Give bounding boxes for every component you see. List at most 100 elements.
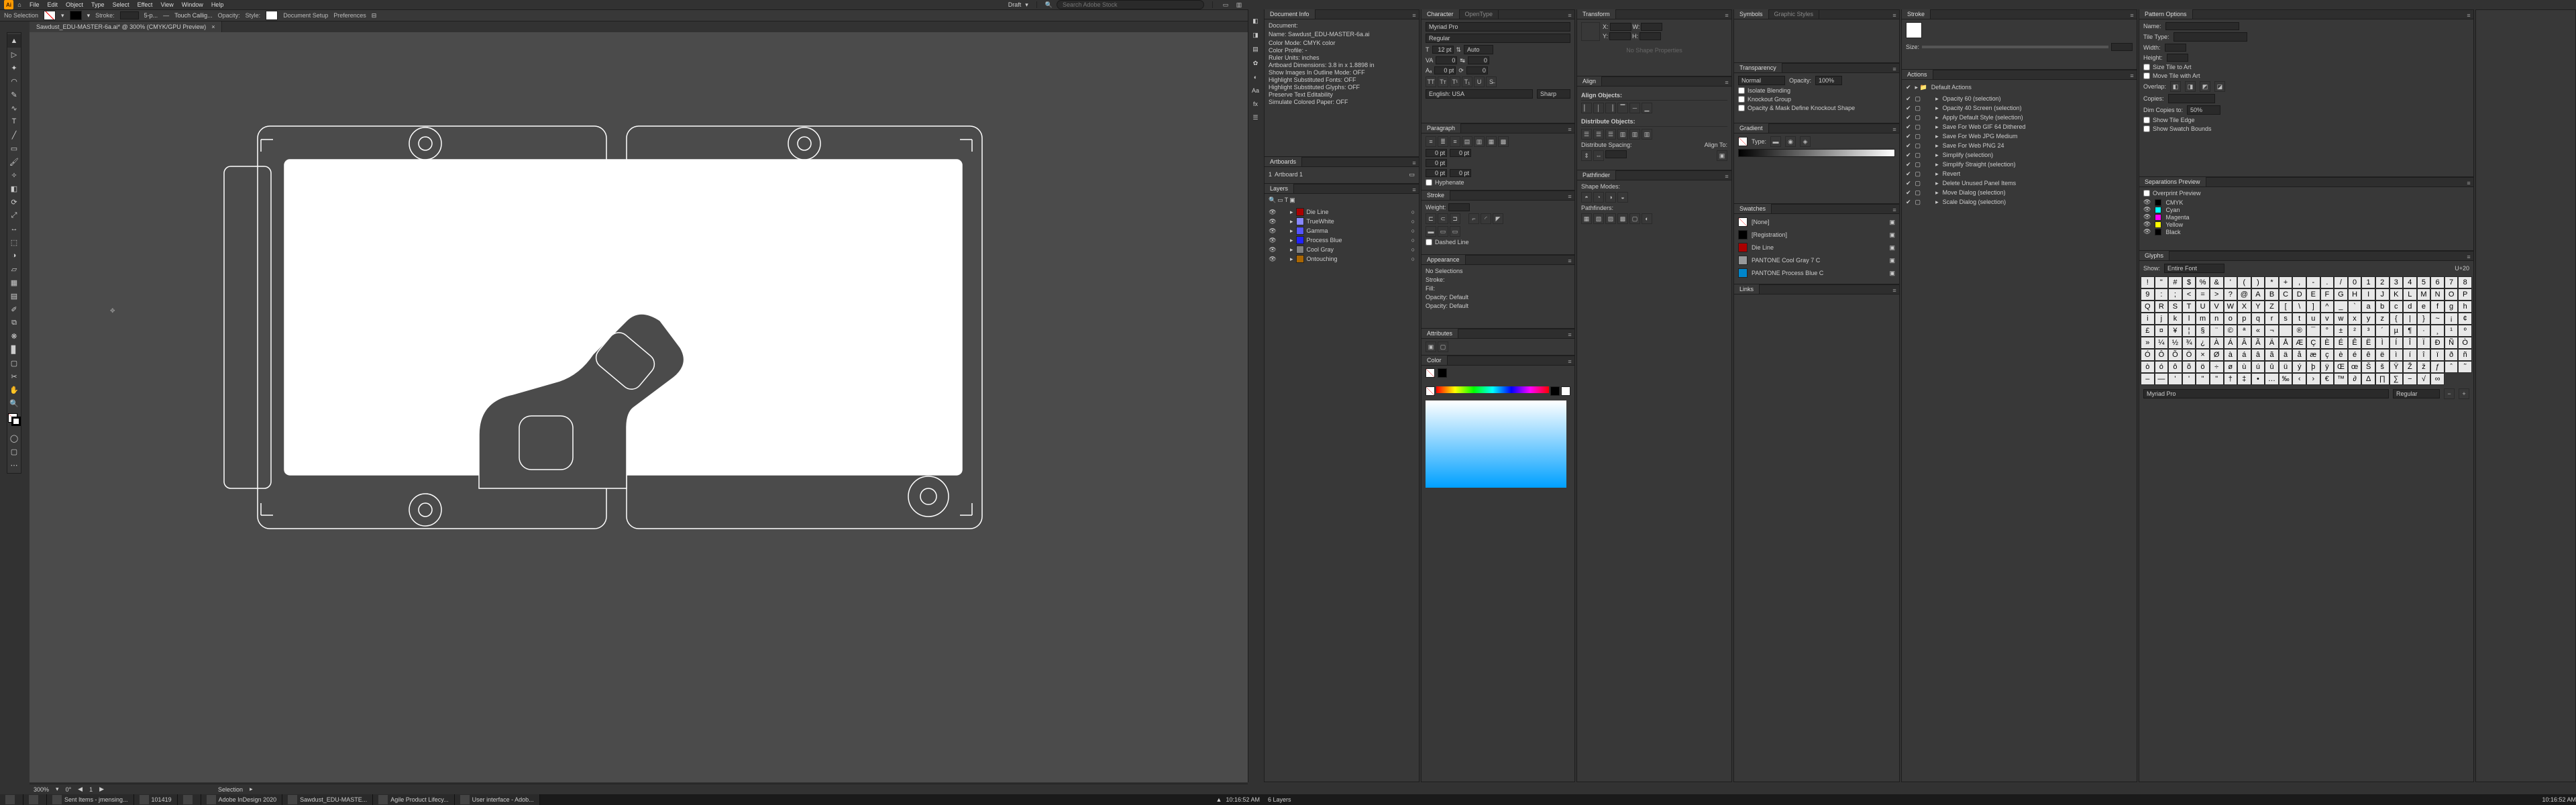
glyph-cell[interactable]: ´ (2375, 325, 2390, 337)
glyph-cell[interactable]: ¹ (2445, 325, 2459, 337)
glyph-cell[interactable]: v (2320, 313, 2334, 325)
layer-row[interactable]: 👁▸Process Blue○ (1269, 235, 1415, 245)
pattern-name-input[interactable] (2165, 22, 2239, 30)
panel-icon[interactable]: Aa (1252, 87, 1259, 94)
gradient-proxy-icon[interactable] (1738, 137, 1748, 146)
rectangle-tool[interactable]: ▭ (7, 142, 21, 155)
glyph-cell[interactable]: À (2210, 337, 2224, 349)
eye-icon[interactable]: 👁 (2143, 228, 2151, 235)
glyph-cell[interactable]: ¿ (2196, 337, 2210, 349)
glyph-cell[interactable]: å (2292, 349, 2306, 361)
tab-pattern-options[interactable]: Pattern Options (2139, 9, 2193, 19)
glyph-cell[interactable]: ² (2348, 325, 2362, 337)
expand-icon[interactable]: ▸ (1935, 105, 1939, 112)
action-row[interactable]: ✔▢▸Simplify Straight (selection) (1906, 160, 2133, 169)
dashed-line-checkbox[interactable]: Dashed Line (1426, 239, 1570, 246)
spectrum-bar[interactable] (1436, 386, 1549, 393)
target-icon[interactable]: ○ (1411, 246, 1415, 253)
glyph-cell[interactable]: K (2390, 288, 2404, 301)
chevron-down-icon[interactable]: ▾ (1025, 1, 1028, 9)
panel-icon[interactable]: ✿ (1253, 60, 1258, 67)
glyph-cell[interactable]: ¬ (2265, 325, 2279, 337)
glyph-cell[interactable]: û (2265, 361, 2279, 373)
glyph-cell[interactable]: 6 (2430, 276, 2445, 288)
glyph-cell[interactable]: Œ (2334, 361, 2348, 373)
swatch-row[interactable]: Die Line▣ (1738, 242, 1895, 253)
glyph-cell[interactable]: ã (2265, 349, 2279, 361)
glyph-cell[interactable]: ª (2237, 325, 2251, 337)
dist-hcenter-icon[interactable]: ▥ (1629, 129, 1640, 140)
expand-icon[interactable]: ▸ (1935, 180, 1939, 187)
glyph-cell[interactable]: ô (2168, 361, 2182, 373)
glyph-cell[interactable]: g (2445, 301, 2459, 313)
panel-icon[interactable]: fx (1253, 101, 1258, 107)
chevron-down-icon[interactable]: ▾ (87, 12, 91, 19)
glyph-cell[interactable]: ¸ (2430, 325, 2445, 337)
glyph-cell[interactable]: ž (2417, 361, 2431, 373)
layer-filter-icon[interactable]: ▭ (1277, 197, 1283, 204)
panel-menu-icon[interactable]: ≡ (1565, 12, 1574, 19)
blend-mode-select[interactable]: Normal (1738, 76, 1785, 85)
menu-type[interactable]: Type (87, 1, 109, 8)
glyph-cell[interactable]: * (2265, 276, 2279, 288)
dist-vspace-icon[interactable]: ⇕ (1581, 150, 1592, 161)
glyph-font-select[interactable]: Myriad Pro (2143, 389, 2389, 398)
action-row[interactable]: ✔▢▸Opacity 60 (selection) (1906, 94, 2133, 103)
subscript-icon[interactable]: T₁ (1462, 76, 1472, 87)
glyph-cell[interactable]: µ (2390, 325, 2404, 337)
tab-actions[interactable]: Actions (1902, 70, 1933, 79)
action-row[interactable]: ✔▢▸Apply Default Style (selection) (1906, 113, 2133, 122)
glyph-cell[interactable]: ™ (2334, 373, 2348, 385)
overprint-preview-checkbox[interactable]: Overprint Preview (2143, 190, 2469, 197)
lasso-tool[interactable]: ◠ (7, 74, 21, 88)
glyph-cell[interactable]: œ (2348, 361, 2362, 373)
glyph-cell[interactable]: F (2320, 288, 2334, 301)
artboard-nav-next-icon[interactable]: ▶ (99, 786, 104, 793)
glyph-cell[interactable]: ¥ (2168, 325, 2182, 337)
overprint-stroke-icon[interactable]: ▢ (1438, 341, 1448, 352)
pattern-height-input[interactable] (2167, 54, 2188, 62)
glyph-cell[interactable]: z (2375, 313, 2390, 325)
glyph-cell[interactable]: ' (2168, 373, 2182, 385)
space-after-input[interactable] (1450, 169, 1471, 177)
layer-row[interactable]: 👁▸TrueWhite○ (1269, 217, 1415, 226)
stroke-proxy-icon[interactable] (11, 417, 21, 426)
glyph-cell[interactable]: Ñ (2445, 337, 2459, 349)
expand-icon[interactable]: ▸ (1935, 123, 1939, 131)
layer-filter-icon[interactable]: 🔍 (1269, 197, 1276, 204)
tab-glyphs[interactable]: Glyphs (2139, 251, 2169, 260)
overlap-opt-icon[interactable]: ◨ (2185, 81, 2196, 92)
tab-swatches[interactable]: Swatches (1734, 204, 1772, 213)
glyph-cell[interactable]: š (2375, 361, 2390, 373)
action-row[interactable]: ✔▢▸Simplify (selection) (1906, 150, 2133, 160)
align-right-icon[interactable]: ≡ (1450, 136, 1460, 147)
paintbrush-tool[interactable]: 🖌 (7, 155, 21, 168)
opacity-input[interactable]: 100% (1815, 76, 1842, 85)
baseline-input[interactable] (1434, 66, 1456, 74)
show-swatch-bounds-checkbox[interactable]: Show Swatch Bounds (2143, 125, 2469, 132)
glyph-cell[interactable]: ¶ (2403, 325, 2417, 337)
glyph-cell[interactable]: ë (2375, 349, 2390, 361)
menu-file[interactable]: File (25, 1, 44, 8)
expand-icon[interactable]: ▸ (1935, 95, 1939, 103)
font-style-select[interactable]: Regular (1426, 34, 1570, 43)
tab-transparency[interactable]: Transparency (1734, 63, 1782, 72)
align-hcenter-icon[interactable]: │ (1593, 103, 1604, 113)
spacing-input[interactable] (1605, 150, 1627, 158)
width-tool[interactable]: ↔ (7, 222, 21, 235)
glyph-cell[interactable]: $ (2182, 276, 2196, 288)
action-row[interactable]: ✔▢▸Save For Web JPG Medium (1906, 131, 2133, 141)
glyph-cell[interactable]: ® (2292, 325, 2306, 337)
selection-tool[interactable]: ▲ (7, 34, 21, 48)
glyph-cell[interactable]: ø (2224, 361, 2238, 373)
glyph-cell[interactable]: Ã (2251, 337, 2265, 349)
glyph-cell[interactable]: ∂ (2348, 373, 2362, 385)
glyph-cell[interactable]: « (2251, 325, 2265, 337)
visibility-icon[interactable]: 👁 (1269, 209, 1277, 216)
symbol-sprayer-tool[interactable]: ❋ (7, 329, 21, 343)
dist-left-icon[interactable]: ▥ (1617, 129, 1628, 140)
size-tile-checkbox[interactable]: Size Tile to Art (2143, 64, 2469, 70)
expand-icon[interactable]: ▸ (1935, 133, 1939, 140)
exclude-icon[interactable]: ◒ (1617, 192, 1628, 203)
glyph-cell[interactable]: ^ (2320, 301, 2334, 313)
